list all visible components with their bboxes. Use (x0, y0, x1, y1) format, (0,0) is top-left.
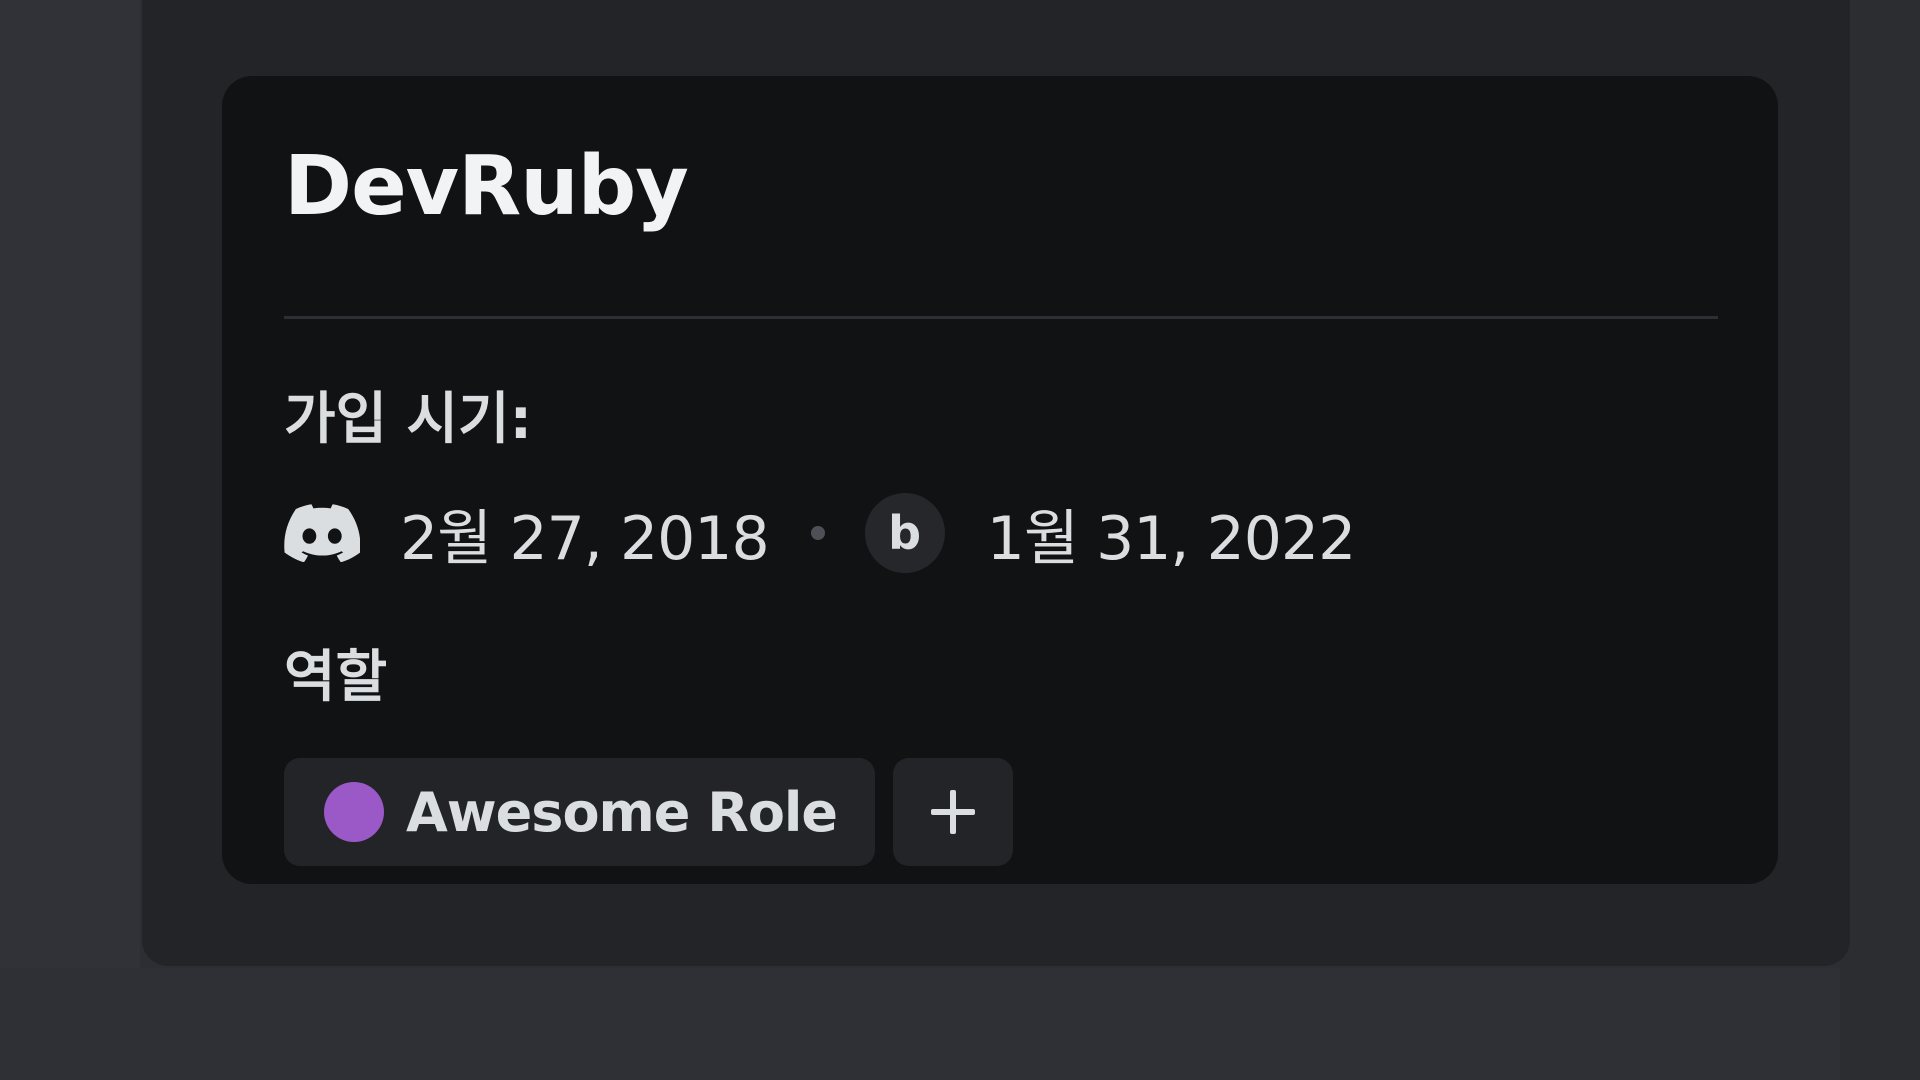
discord-logo-icon[interactable] (284, 503, 360, 563)
roles-heading: 역할 (284, 645, 388, 710)
profile-info-card: DevRuby 가입 시기: 2월 27, 2018 b 1월 31, 2022… (222, 76, 1778, 884)
backdrop-bottom-strip (0, 968, 1920, 1080)
dot-separator (810, 526, 825, 540)
server-icon[interactable]: b (864, 493, 945, 573)
backdrop-left-strip (0, 0, 140, 1080)
server-join-date: 1월 31, 2022 (986, 503, 1357, 574)
role-pill[interactable]: Awesome Role (284, 758, 876, 866)
member-since-row: 2월 27, 2018 b 1월 31, 2022 (284, 492, 1357, 574)
backdrop-right-strip (1840, 0, 1920, 1080)
discord-logo-svg (284, 504, 360, 562)
role-name: Awesome Role (406, 780, 838, 844)
profile-username: DevRuby (284, 139, 689, 234)
discord-join-date: 2월 27, 2018 (400, 503, 770, 574)
plus-icon (931, 790, 976, 834)
divider (284, 316, 1718, 319)
role-color-dot[interactable] (324, 782, 384, 842)
add-role-button[interactable] (893, 758, 1014, 866)
roles-list: Awesome Role (284, 758, 1014, 866)
member-since-heading: 가입 시기: (284, 387, 532, 452)
